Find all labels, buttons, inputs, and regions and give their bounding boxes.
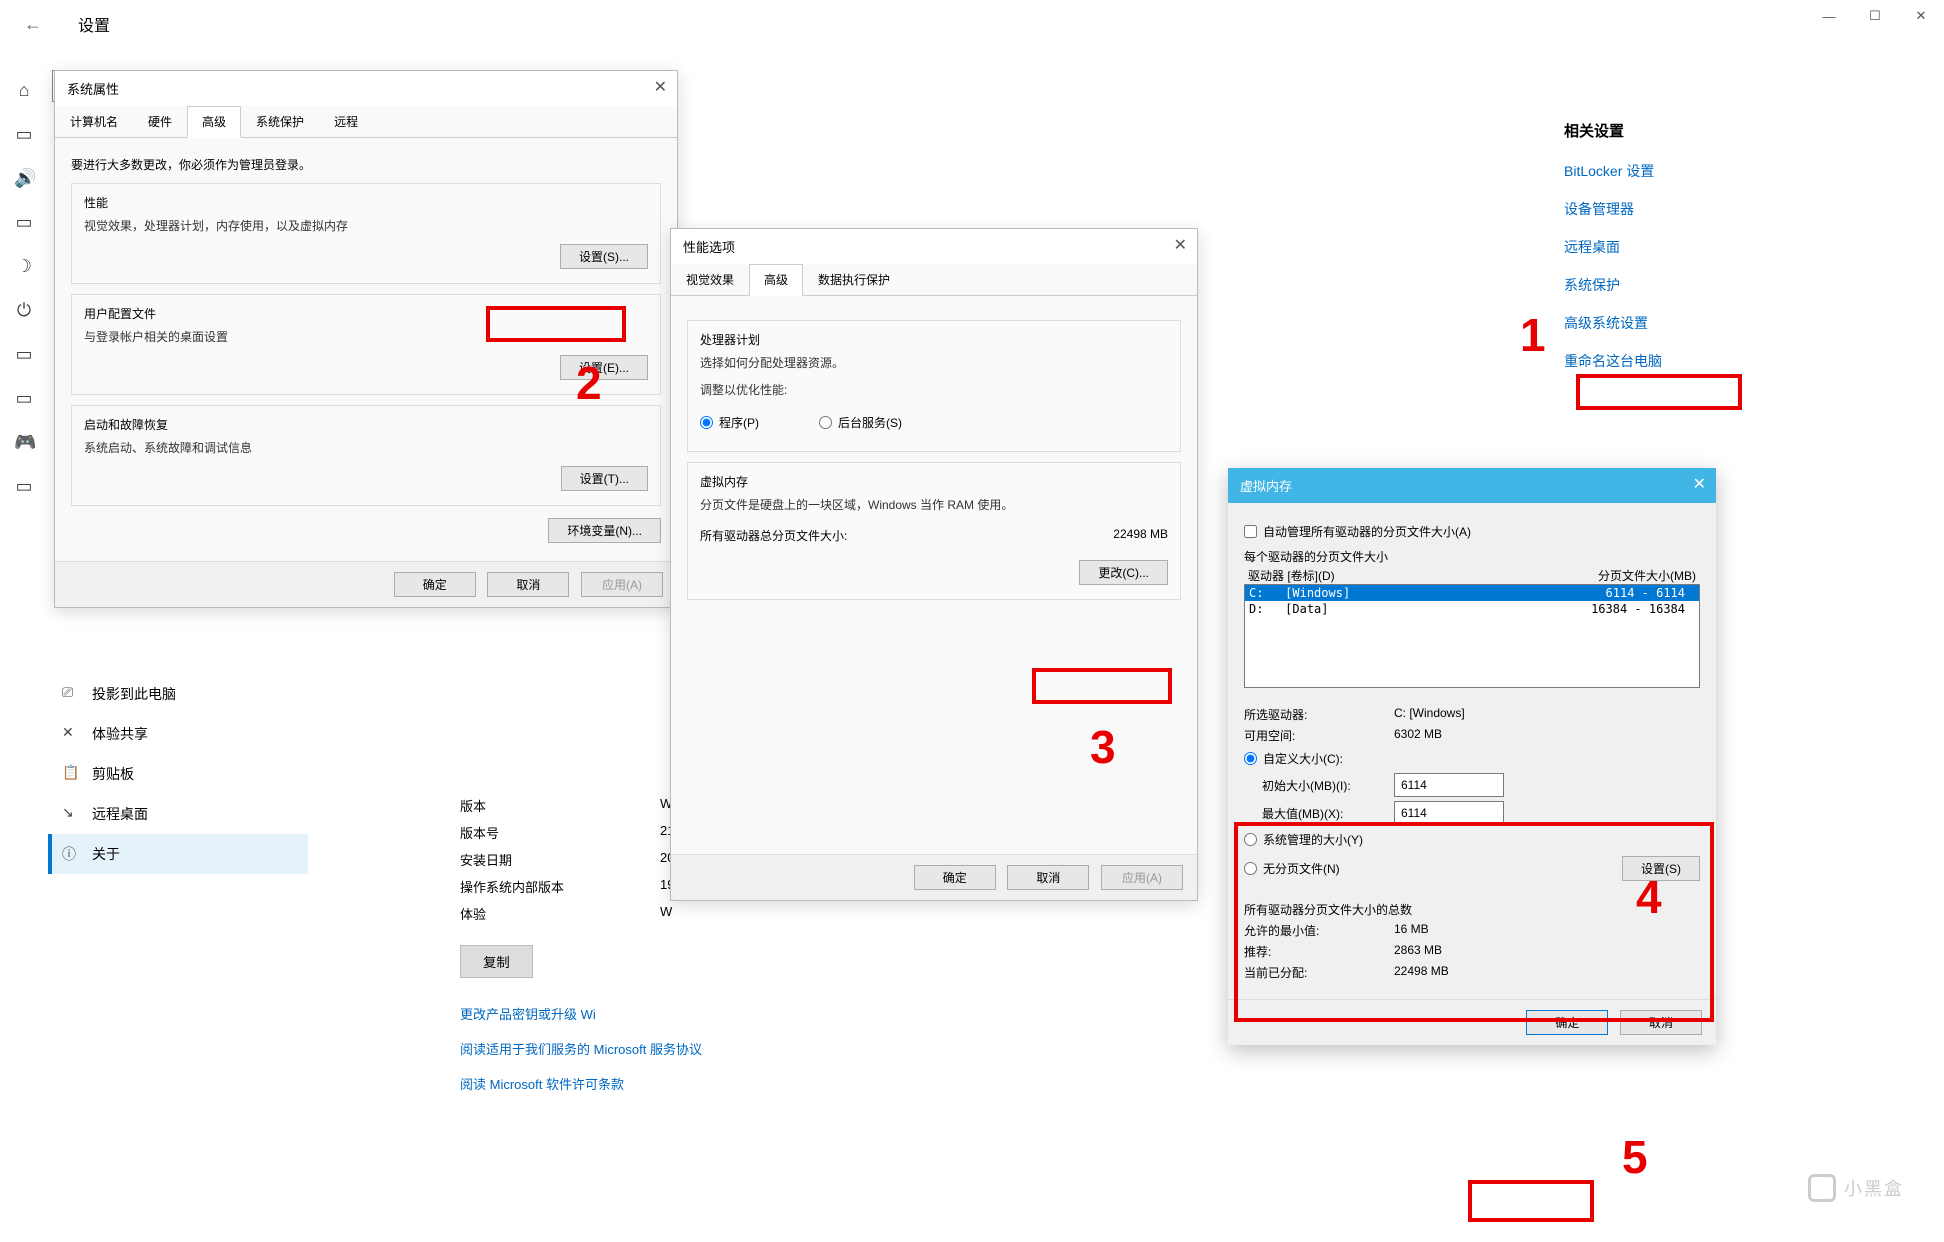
clipboard-icon: 📋: [62, 764, 79, 781]
drive-list[interactable]: C: [Windows]6114 - 6114 D: [Data]16384 -…: [1244, 584, 1700, 688]
sidebar-item-about[interactable]: ⓘ关于: [48, 834, 308, 874]
info-icon: ⓘ: [62, 844, 76, 864]
radio-no-pagefile[interactable]: 无分页文件(N): [1244, 860, 1340, 877]
left-rail: ⌂ ▭ 🔊 ▭ ☽ ⏻ ▭ ▭ 🎮 ▭: [0, 60, 48, 1242]
advanced-system-link[interactable]: 高级系统设置: [1564, 313, 1864, 333]
per-drive-label: 每个驱动器的分页文件大小: [1244, 548, 1700, 565]
drive-row-d[interactable]: D: [Data]16384 - 16384: [1245, 601, 1699, 617]
close-icon[interactable]: ✕: [1898, 0, 1944, 32]
bitlocker-link[interactable]: BitLocker 设置: [1564, 161, 1864, 181]
rail-icon[interactable]: ▭: [14, 124, 34, 144]
tab-advanced[interactable]: 高级: [749, 264, 803, 296]
sidebar-item-remote[interactable]: ↘远程桌面: [48, 794, 308, 834]
cancel-button[interactable]: 取消: [1007, 865, 1089, 890]
tab-protection[interactable]: 系统保护: [241, 106, 319, 137]
virtual-memory-dialog: 虚拟内存 ✕ 自动管理所有驱动器的分页文件大小(A) 每个驱动器的分页文件大小 …: [1228, 468, 1716, 1045]
userprof-settings-button[interactable]: 设置(E)...: [560, 355, 648, 380]
product-key-link[interactable]: 更改产品密钥或升级 Wi: [460, 1004, 1360, 1023]
tab-advanced[interactable]: 高级: [187, 106, 241, 138]
tab-dep[interactable]: 数据执行保护: [803, 264, 905, 295]
sidebar-item-clipboard[interactable]: 📋剪贴板: [48, 754, 308, 794]
home-icon[interactable]: ⌂: [14, 80, 34, 100]
ms-services-link[interactable]: 阅读适用于我们服务的 Microsoft 服务协议: [460, 1039, 1360, 1058]
settings-title: 设置: [78, 12, 110, 36]
scheduler-group: 处理器计划 选择如何分配处理器资源。 调整以优化性能: 程序(P) 后台服务(S…: [687, 320, 1181, 452]
sound-icon[interactable]: 🔊: [14, 168, 34, 188]
radio-background[interactable]: 后台服务(S): [819, 414, 902, 431]
sidebar-item-share[interactable]: ✕体验共享: [48, 714, 308, 754]
maximize-icon[interactable]: ☐: [1852, 0, 1898, 32]
device-manager-link[interactable]: 设备管理器: [1564, 199, 1864, 219]
spec-row: 体验W: [460, 904, 1360, 923]
project-icon: ⎚: [62, 684, 73, 701]
max-size-input[interactable]: [1394, 801, 1504, 825]
env-vars-button[interactable]: 环境变量(N)...: [548, 518, 661, 543]
apply-button[interactable]: 应用(A): [1101, 865, 1183, 890]
dialog-title: 性能选项 ✕: [671, 229, 1197, 264]
set-button[interactable]: 设置(S): [1622, 856, 1700, 881]
related-title: 相关设置: [1564, 120, 1864, 141]
tabs: 计算机名 硬件 高级 系统保护 远程: [55, 106, 677, 138]
share-icon: ✕: [62, 724, 74, 741]
power-icon[interactable]: ⏻: [14, 300, 34, 320]
initial-size-input[interactable]: [1394, 773, 1504, 797]
close-icon[interactable]: ✕: [1174, 235, 1187, 255]
startup-settings-button[interactable]: 设置(T)...: [561, 466, 648, 491]
auto-manage-checkbox[interactable]: 自动管理所有驱动器的分页文件大小(A): [1244, 523, 1700, 540]
rail-icon[interactable]: ▭: [14, 212, 34, 232]
drive-row-c[interactable]: C: [Windows]6114 - 6114: [1245, 585, 1699, 601]
user-profiles-group: 用户配置文件 与登录帐户相关的桌面设置 设置(E)...: [71, 294, 661, 395]
window-controls: — ☐ ✕: [1806, 0, 1944, 32]
ok-button[interactable]: 确定: [914, 865, 996, 890]
copy-button[interactable]: 复制: [460, 945, 533, 978]
perf-settings-button[interactable]: 设置(S)...: [560, 244, 648, 269]
performance-options-dialog: 性能选项 ✕ 视觉效果 高级 数据执行保护 处理器计划 选择如何分配处理器资源。…: [670, 228, 1198, 901]
radio-programs[interactable]: 程序(P): [700, 414, 759, 431]
change-vm-button[interactable]: 更改(C)...: [1079, 560, 1168, 585]
performance-group: 性能 视觉效果，处理器计划，内存使用，以及虚拟内存 设置(S)...: [71, 183, 661, 284]
sidebar-item-project[interactable]: ⎚投影到此电脑: [48, 674, 308, 714]
moon-icon[interactable]: ☽: [14, 256, 34, 276]
dialog-title: 虚拟内存 ✕: [1228, 468, 1716, 503]
back-icon[interactable]: ←: [12, 14, 54, 35]
tab-visual-effects[interactable]: 视觉效果: [671, 264, 749, 295]
remote-desktop-link[interactable]: 远程桌面: [1564, 237, 1864, 257]
close-icon[interactable]: ✕: [654, 77, 667, 97]
radio-custom-size[interactable]: 自定义大小(C):: [1244, 750, 1700, 767]
tab-remote[interactable]: 远程: [319, 106, 373, 137]
startup-group: 启动和故障恢复 系统启动、系统故障和调试信息 设置(T)...: [71, 405, 661, 506]
settings-header: ← 设置: [0, 0, 1944, 48]
tab-computer-name[interactable]: 计算机名: [55, 106, 133, 137]
minimize-icon[interactable]: —: [1806, 0, 1852, 32]
ok-button[interactable]: 确定: [394, 572, 476, 597]
cancel-button[interactable]: 取消: [1620, 1010, 1702, 1035]
radio-system-managed[interactable]: 系统管理的大小(Y): [1244, 831, 1700, 848]
dialog-title: 系统属性 ✕: [55, 71, 677, 106]
close-icon[interactable]: ✕: [1693, 474, 1706, 494]
tab-hardware[interactable]: 硬件: [133, 106, 187, 137]
rename-pc-link[interactable]: 重命名这台电脑: [1564, 351, 1864, 371]
gaming-icon[interactable]: 🎮: [14, 432, 34, 452]
related-settings: 相关设置 BitLocker 设置 设备管理器 远程桌面 系统保护 高级系统设置…: [1564, 120, 1864, 389]
remote-icon: ↘: [62, 804, 74, 821]
apply-button[interactable]: 应用(A): [581, 572, 663, 597]
virtual-memory-group: 虚拟内存 分页文件是硬盘上的一块区域，Windows 当作 RAM 使用。 所有…: [687, 462, 1181, 600]
ok-button[interactable]: 确定: [1526, 1010, 1608, 1035]
ms-license-link[interactable]: 阅读 Microsoft 软件许可条款: [460, 1074, 1360, 1093]
watermark-logo-icon: [1808, 1174, 1836, 1202]
rail-icon[interactable]: ▭: [14, 388, 34, 408]
watermark: 小黑盒: [1808, 1174, 1904, 1202]
system-properties-dialog: 系统属性 ✕ 计算机名 硬件 高级 系统保护 远程 要进行大多数更改，你必须作为…: [54, 70, 678, 608]
cancel-button[interactable]: 取消: [487, 572, 569, 597]
totals-title: 所有驱动器分页文件大小的总数: [1244, 901, 1700, 918]
system-protection-link[interactable]: 系统保护: [1564, 275, 1864, 295]
rail-icon[interactable]: ▭: [14, 476, 34, 496]
admin-note: 要进行大多数更改，你必须作为管理员登录。: [71, 156, 661, 173]
rail-icon[interactable]: ▭: [14, 344, 34, 364]
